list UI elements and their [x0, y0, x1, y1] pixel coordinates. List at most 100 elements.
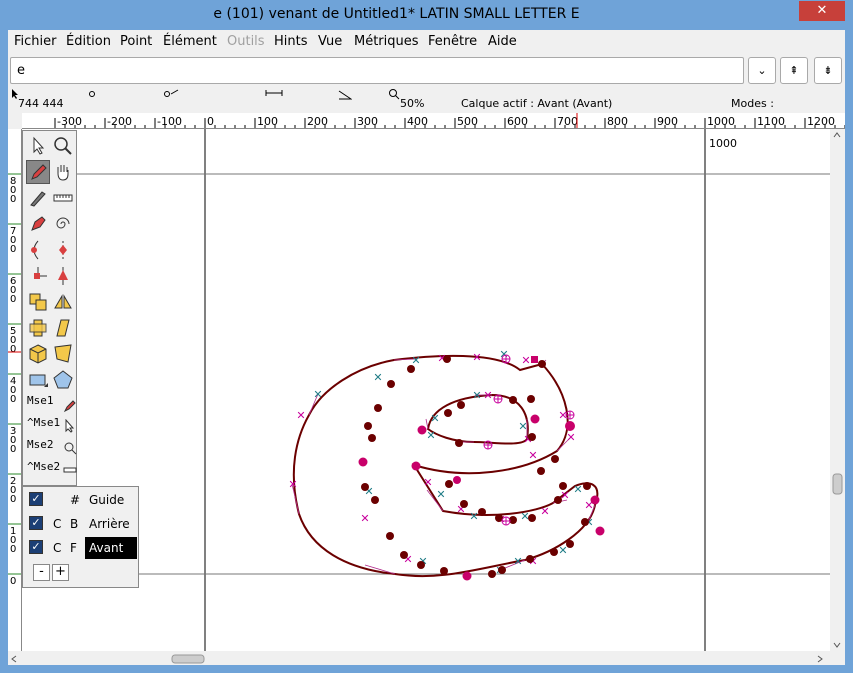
menu-outils[interactable]: Outils [227, 34, 265, 49]
h-ruler-label: -100 [157, 115, 182, 128]
v-ruler-label-digit: 0 [10, 394, 16, 405]
v-ruler-label-digit: 0 [10, 194, 16, 205]
h-ruler-label: 200 [307, 115, 328, 128]
next-glyph-button[interactable]: ⇟ [814, 57, 842, 84]
polygon-tool[interactable] [51, 368, 75, 392]
curve-point-tool[interactable] [26, 238, 50, 262]
h-ruler-label: -200 [107, 115, 132, 128]
h-ruler-label: 100 [257, 115, 278, 128]
remove-layer-button[interactable]: - [33, 564, 50, 581]
3d-rotate-tool[interactable] [26, 342, 50, 366]
tangent-point-tool[interactable] [51, 264, 75, 288]
add-layer-button[interactable]: + [52, 564, 69, 581]
layer-guide-name: Guide [89, 493, 125, 507]
application-window: e (101) venant de Untitled1* LATIN SMALL… [0, 0, 853, 673]
mouse2-magnify-icon [64, 442, 77, 455]
svg-text:✕: ✕ [540, 505, 549, 518]
layer-avant-type: F [70, 541, 77, 555]
rectangle-tool[interactable] [26, 368, 50, 392]
magnify-tool[interactable] [51, 134, 75, 158]
svg-text:✕: ✕ [558, 544, 567, 557]
e-outer-contour[interactable] [292, 354, 599, 578]
scroll-left-icon[interactable] [11, 655, 17, 663]
svg-text:✕: ✕ [313, 388, 322, 401]
h-ruler-label: 300 [357, 115, 378, 128]
skew-tool[interactable] [51, 316, 75, 340]
layers-palette: ✓ # Guide ✓ C B Arrière ✓ C F Avant - + [22, 486, 139, 588]
h-ruler-label: 0 [207, 115, 214, 128]
vertical-ruler: 8007006005004003002001000 [8, 129, 22, 651]
scale-tool[interactable] [26, 290, 50, 314]
menu-element[interactable]: Élément [163, 34, 217, 49]
zoom-icon [389, 89, 400, 100]
vertical-scrollbar[interactable] [830, 129, 845, 651]
scroll-right-icon[interactable] [817, 655, 823, 663]
layer-row-guide[interactable]: ✓ # Guide [23, 489, 138, 511]
glyph-name-field[interactable]: e [10, 57, 744, 84]
menu-metriques[interactable]: Métriques [354, 34, 419, 49]
svg-text:✕: ✕ [436, 488, 445, 501]
horizontal-scrollbar[interactable] [8, 651, 830, 665]
h-ruler-label: 900 [657, 115, 678, 128]
layer-avant-name: Avant [85, 537, 137, 559]
svg-text:✕: ✕ [411, 354, 420, 367]
glyph-canvas[interactable]: 1000 ✕ ✕ ✕ ✕ ✕ ✕ ✕ ✕ ✕ ✕ ✕ ✕ ✕ ✕ ✕ ✕ ✕ ✕… [22, 129, 830, 651]
title-bar[interactable]: e (101) venant de Untitled1* LATIN SMALL… [0, 0, 853, 30]
layer-guide-visible-checkbox[interactable]: ✓ [29, 492, 43, 506]
close-button[interactable]: ✕ [799, 1, 845, 21]
v-ruler-label-digit: 0 [10, 494, 16, 505]
svg-text:✕: ✕ [528, 449, 537, 462]
knife-tool[interactable] [26, 186, 50, 210]
perspective-tool[interactable] [51, 342, 75, 366]
menu-hints[interactable]: Hints [274, 34, 308, 49]
svg-text:✕: ✕ [573, 483, 582, 496]
menu-aide[interactable]: Aide [488, 34, 517, 49]
h-ruler-label: 1000 [707, 115, 735, 128]
layer-avant-visible-checkbox[interactable]: ✓ [29, 540, 43, 554]
svg-text:✕: ✕ [513, 555, 522, 568]
rotate-tool[interactable] [26, 316, 50, 340]
layer-row-arriere[interactable]: ✓ C B Arrière [23, 513, 138, 535]
scroll-up-icon[interactable] [833, 132, 841, 138]
layer-arriere-quadratic: C [53, 517, 62, 531]
menu-edition[interactable]: Édition [66, 34, 111, 49]
layer-row-avant[interactable]: ✓ C F Avant [23, 537, 138, 559]
horizontal-scroll-thumb[interactable] [171, 654, 205, 664]
menu-point[interactable]: Point [120, 34, 152, 49]
v-ruler-label-digit: 0 [10, 294, 16, 305]
menu-fichier[interactable]: Fichier [14, 34, 57, 49]
mouse2-label: Mse2 [27, 438, 54, 451]
corner-point-tool[interactable] [26, 264, 50, 288]
previous-glyph-button[interactable]: ⇞ [780, 57, 808, 84]
glyph-editor: Fichier Édition Point Élément Outils Hin… [8, 30, 845, 665]
hand-tool[interactable] [51, 160, 75, 184]
freehand-tool[interactable] [26, 160, 50, 184]
glyph-dropdown-button[interactable]: ⌄ [748, 57, 776, 84]
h-ruler-label: 800 [607, 115, 628, 128]
svg-text:✕: ✕ [296, 409, 305, 422]
hv-curve-point-tool[interactable] [51, 238, 75, 262]
vertical-scroll-thumb[interactable] [832, 473, 843, 495]
scroll-down-icon[interactable] [833, 642, 841, 648]
glyph-outline[interactable]: 1000 ✕ ✕ ✕ ✕ ✕ ✕ ✕ ✕ ✕ ✕ ✕ ✕ ✕ ✕ ✕ ✕ ✕ ✕… [22, 129, 830, 651]
ctrl-mouse2-label: ^Mse2 [27, 460, 61, 473]
pointer-tool[interactable] [26, 134, 50, 158]
pen-tool[interactable] [26, 212, 50, 236]
layer-arriere-visible-checkbox[interactable]: ✓ [29, 516, 43, 530]
distance-icon [164, 89, 179, 97]
menu-vue[interactable]: Vue [318, 34, 342, 49]
svg-text:✕: ✕ [566, 431, 575, 444]
svg-text:✕: ✕ [288, 478, 297, 491]
svg-text:✕: ✕ [518, 420, 527, 433]
flip-tool[interactable] [51, 290, 75, 314]
v-ruler-label-digit: 0 [10, 576, 16, 587]
modes-status: Modes : [731, 97, 774, 110]
off-curve-points[interactable]: ✕ ✕ ✕ ✕ ✕ ✕ ✕ ✕ ✕ ✕ ✕ ✕ ✕ ✕ ✕ ✕ ✕ ✕ ✕ ✕ … [288, 348, 593, 577]
ruler-tool[interactable] [51, 186, 75, 210]
ctrl-mouse1-label: ^Mse1 [27, 416, 61, 429]
menu-fenetre[interactable]: Fenêtre [428, 34, 477, 49]
v-ruler-label-digit: 0 [10, 544, 16, 555]
zoom-level: 50% [400, 97, 425, 110]
mouse1-freehand-icon [63, 400, 76, 413]
spiro-tool[interactable] [51, 212, 75, 236]
